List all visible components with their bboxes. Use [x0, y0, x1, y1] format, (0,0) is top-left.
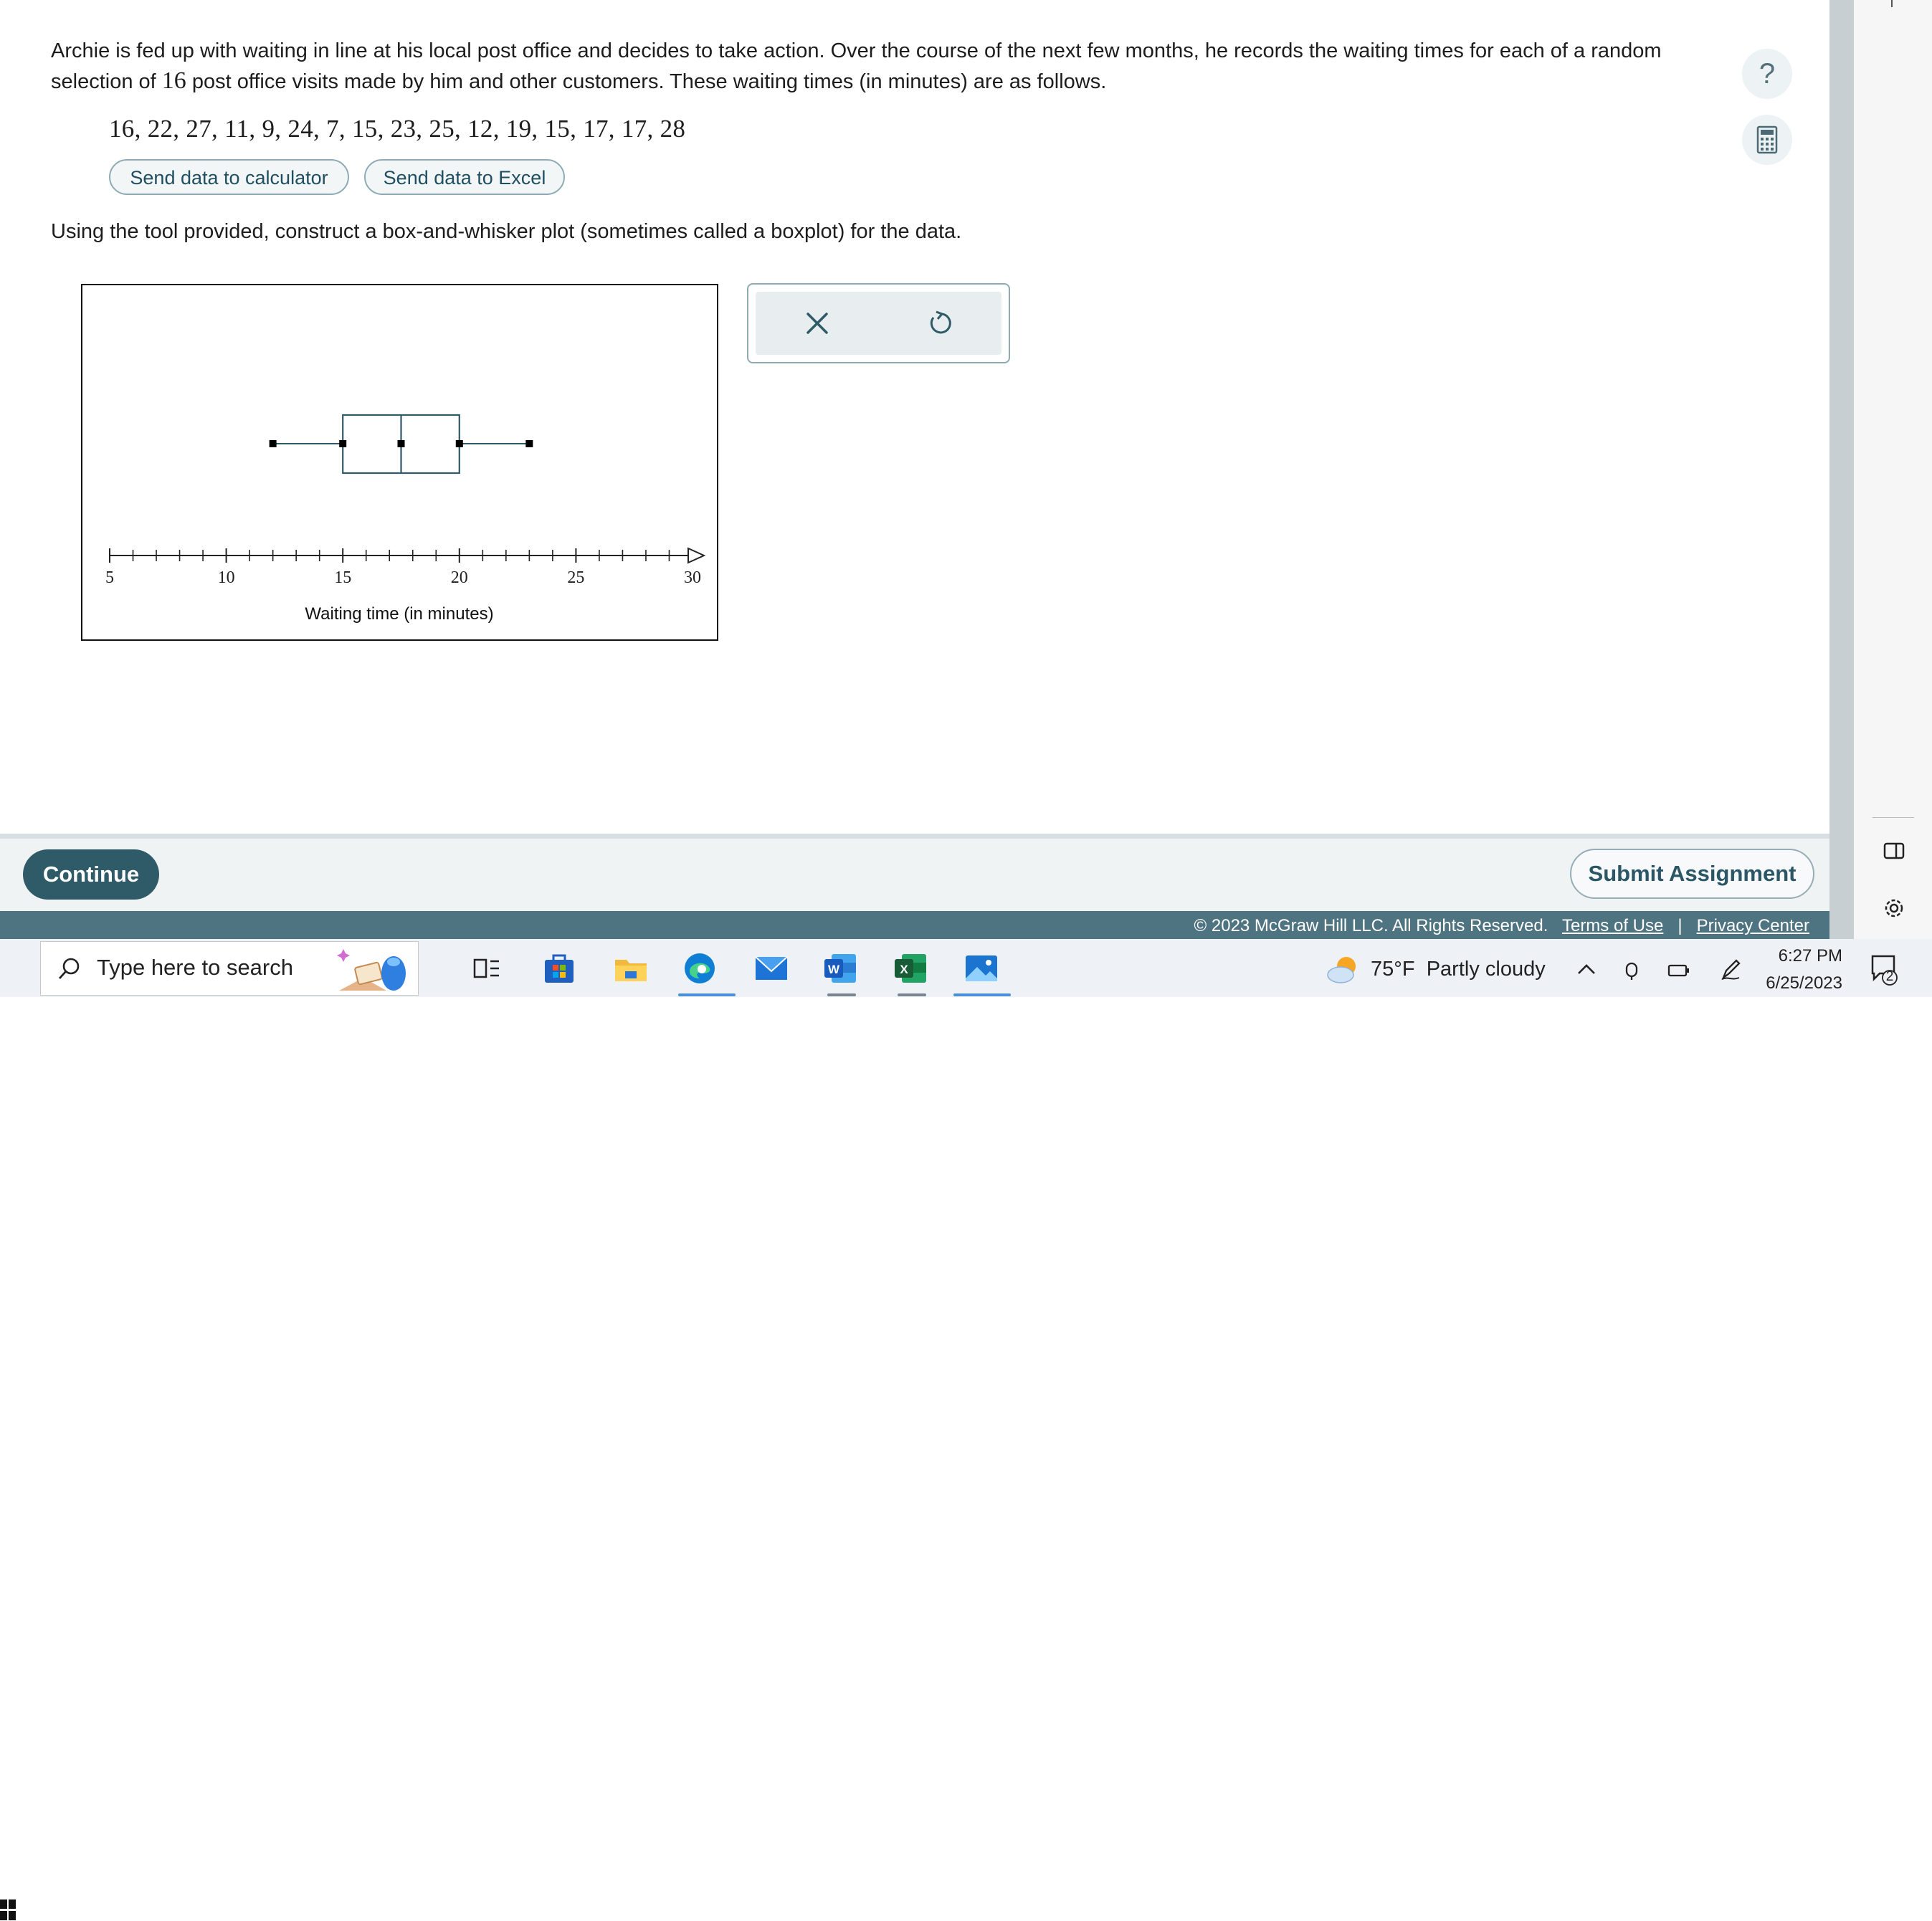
notification-count: 2	[1885, 969, 1894, 984]
microsoft-store-icon[interactable]	[541, 950, 578, 987]
send-to-calculator-button[interactable]: Send data to calculator	[109, 159, 349, 195]
footer-divider: |	[1678, 916, 1683, 935]
maximum-handle[interactable]	[525, 440, 533, 447]
x-tick-label: 20	[451, 568, 468, 587]
x-tick-label: 30	[684, 568, 701, 587]
calculator-button[interactable]	[1742, 115, 1792, 165]
pen-icon[interactable]	[1718, 956, 1743, 982]
weather-temp: 75°F	[1371, 958, 1415, 981]
privacy-center-link[interactable]: Privacy Center	[1697, 916, 1809, 935]
boxplot-canvas[interactable]: 5 10 15 20 25 30 Waiting time (in minutes)	[81, 284, 718, 641]
side-panel-divider	[1872, 817, 1914, 818]
search-placeholder: Type here to search	[97, 955, 293, 980]
search-icon	[58, 958, 80, 979]
x-tick-label: 25	[567, 568, 584, 587]
bottom-action-bar	[0, 834, 1829, 911]
weather-desc: Partly cloudy	[1426, 958, 1546, 981]
question-mark-icon: ?	[1759, 58, 1776, 90]
x-icon	[806, 313, 828, 334]
undo-button[interactable]	[879, 292, 1001, 355]
svg-text:W: W	[828, 963, 840, 976]
weather-widget[interactable]: 75°F Partly cloudy	[1371, 958, 1546, 981]
photos-active-indicator	[953, 993, 1011, 996]
copyright-text: © 2023 McGraw Hill LLC. All Rights Reser…	[1194, 916, 1548, 935]
meet-now-icon[interactable]	[1622, 958, 1643, 982]
q3-handle[interactable]	[455, 440, 463, 447]
problem-text-2: post office visits made by him and other…	[186, 70, 1107, 93]
x-tick-label: 5	[105, 568, 114, 587]
partly-cloudy-icon	[1327, 957, 1356, 983]
q1-handle[interactable]	[339, 440, 347, 447]
sample-count: 16	[161, 67, 186, 94]
terms-of-use-link[interactable]: Terms of Use	[1562, 916, 1663, 935]
page-scrollbar[interactable]	[1829, 0, 1854, 939]
continue-button[interactable]: Continue	[23, 849, 159, 900]
send-to-excel-button[interactable]: Send data to Excel	[364, 159, 565, 195]
sidebar-toggle-icon[interactable]	[1881, 837, 1907, 863]
battery-icon[interactable]	[1667, 961, 1690, 980]
word-icon[interactable]: W	[822, 950, 859, 987]
problem-statement: Archie is fed up with waiting in line at…	[51, 36, 1678, 97]
word-running-indicator	[827, 993, 856, 996]
footer-bar: © 2023 McGraw Hill LLC. All Rights Reser…	[0, 911, 1829, 939]
submit-assignment-button[interactable]: Submit Assignment	[1570, 849, 1814, 899]
gear-icon[interactable]	[1881, 895, 1907, 921]
assignment-page: Archie is fed up with waiting in line at…	[0, 0, 1829, 834]
x-tick-label: 10	[218, 568, 235, 587]
data-values: 16, 22, 27, 11, 9, 24, 7, 15, 23, 25, 12…	[109, 115, 686, 143]
excel-icon[interactable]: X	[892, 950, 929, 987]
task-view-icon[interactable]	[467, 950, 505, 987]
x-axis-arrow	[687, 547, 706, 564]
footer-text: © 2023 McGraw Hill LLC. All Rights Reser…	[1194, 916, 1809, 936]
median-handle[interactable]	[397, 440, 405, 447]
excel-running-indicator	[898, 993, 926, 996]
side-panel-marker	[1891, 0, 1893, 7]
taskbar-search-box[interactable]: Type here to search	[40, 941, 419, 996]
calculator-icon	[1756, 125, 1778, 154]
svg-text:X: X	[900, 963, 908, 976]
taskbar-clock[interactable]: 6:27 PM 6/25/2023	[1756, 943, 1842, 997]
photos-icon[interactable]	[963, 950, 1000, 987]
file-explorer-icon[interactable]	[612, 950, 649, 987]
instruction-text: Using the tool provided, construct a box…	[51, 220, 962, 243]
search-highlight-illustration	[337, 949, 406, 991]
edge-active-indicator	[678, 993, 736, 996]
clock-date: 6/25/2023	[1766, 973, 1842, 993]
minimum-handle[interactable]	[269, 440, 277, 447]
help-button[interactable]: ?	[1742, 49, 1792, 99]
x-tick-label: 15	[334, 568, 351, 587]
tool-buttons	[756, 292, 1001, 355]
plot-tool-panel	[747, 283, 1010, 363]
boxplot-svg[interactable]: 5 10 15 20 25 30 Waiting time (in minutes)	[82, 285, 717, 639]
clear-button[interactable]	[756, 292, 878, 355]
windows-start-icon[interactable]	[0, 1899, 16, 1921]
clock-time: 6:27 PM	[1778, 946, 1842, 966]
x-axis-title: Waiting time (in minutes)	[305, 604, 493, 624]
side-panel	[1854, 0, 1932, 939]
mail-icon[interactable]	[753, 950, 790, 987]
undo-icon	[930, 310, 951, 334]
edge-browser-icon[interactable]	[681, 950, 718, 987]
chevron-up-icon[interactable]	[1576, 959, 1597, 981]
